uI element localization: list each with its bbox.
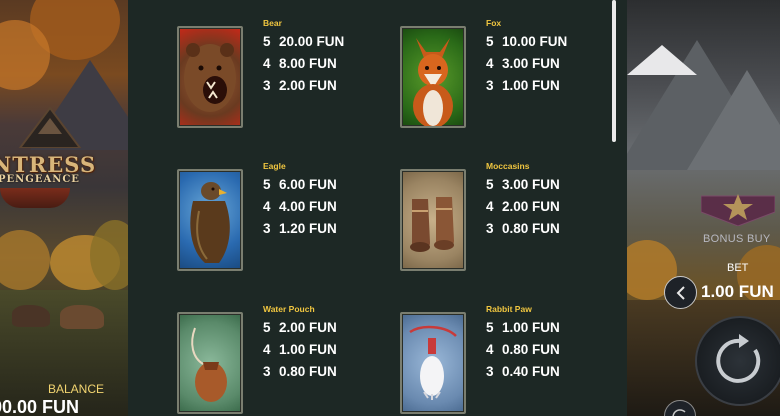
pay-count: 3: [263, 78, 271, 93]
pay-value: 0.40 FUN: [502, 364, 560, 379]
pay-count: 5: [486, 177, 494, 192]
deer-silhouette: [12, 305, 50, 327]
logo-ribbon: [0, 188, 70, 208]
paytable-symbol-eagle: Eagle 5 6.00 FUN 4 4.00 FUN 3 1.20 FUN: [177, 161, 407, 291]
bet-label: BET: [727, 262, 749, 274]
pay-value: 20.00 FUN: [279, 34, 345, 49]
autoplay-icon: [672, 409, 688, 416]
pay-count: 3: [486, 364, 494, 379]
logo-subtitle: PENGEANCE: [0, 174, 80, 185]
pay-count: 5: [263, 177, 271, 192]
paytable-scrollbar[interactable]: [612, 0, 616, 142]
symbol-name: Eagle: [263, 161, 286, 171]
pay-count: 5: [263, 34, 271, 49]
pay-value: 2.00 FUN: [502, 199, 560, 214]
bonus-buy-label: BONUS BUY: [703, 233, 771, 245]
paytable-panel[interactable]: Bear 5 20.00 FUN 4 8.00 FUN 3 2.00 FUN Fox …: [128, 0, 627, 416]
water-pouch-icon: [177, 312, 243, 414]
bet-decrease-button[interactable]: [664, 276, 697, 309]
snow-peak: [627, 45, 697, 75]
pay-value: 10.00 FUN: [502, 34, 568, 49]
pay-count: 3: [486, 221, 494, 236]
pay-value: 0.80 FUN: [502, 221, 560, 236]
pay-count: 3: [486, 78, 494, 93]
symbol-name: Bear: [263, 18, 282, 28]
pay-count: 3: [263, 221, 271, 236]
paytable-symbol-moccasins: Moccasins 5 3.00 FUN 4 2.00 FUN 3 0.80 FUN: [400, 161, 627, 291]
game-logo: NTRESS PENGEANCE: [0, 106, 100, 220]
pay-value: 1.00 FUN: [502, 78, 560, 93]
pay-value: 0.80 FUN: [502, 342, 560, 357]
pay-value: 0.80 FUN: [279, 364, 337, 379]
balance-value: 00.00 FUN: [0, 397, 80, 416]
bet-value: 1.00 FUN: [701, 282, 774, 301]
pay-value: 1.00 FUN: [502, 320, 560, 335]
mountain: [687, 70, 780, 170]
spin-button[interactable]: [695, 316, 780, 406]
deer-silhouette: [60, 305, 104, 329]
pay-value: 3.00 FUN: [502, 56, 560, 71]
symbol-name: Fox: [486, 18, 502, 28]
symbol-name: Water Pouch: [263, 304, 315, 314]
pay-value: 8.00 FUN: [279, 56, 337, 71]
chevron-left-icon: [676, 285, 685, 300]
rabbit-paw-icon: [400, 312, 466, 414]
balance-label: BALANCE: [48, 382, 105, 396]
pay-count: 4: [486, 56, 494, 71]
moccasins-icon: [400, 169, 466, 271]
pay-value: 1.00 FUN: [279, 342, 337, 357]
bonus-badge-icon: [700, 194, 776, 227]
autumn-tree: [0, 230, 50, 290]
spin-icon: [716, 334, 761, 383]
pay-value: 2.00 FUN: [279, 78, 337, 93]
paytable-symbol-rabbit-paw: Rabbit Paw 5 1.00 FUN 4 0.80 FUN 3 0.40 FUN: [400, 304, 627, 416]
pay-value: 1.20 FUN: [279, 221, 337, 236]
pay-value: 3.00 FUN: [502, 177, 560, 192]
paytable-symbol-fox: Fox 5 10.00 FUN 4 3.00 FUN 3 1.00 FUN: [400, 18, 627, 148]
pay-value: 6.00 FUN: [279, 177, 337, 192]
bear-icon: [177, 26, 243, 128]
pay-count: 4: [263, 342, 271, 357]
pay-value: 2.00 FUN: [279, 320, 337, 335]
symbol-name: Rabbit Paw: [486, 304, 532, 314]
pay-count: 5: [486, 34, 494, 49]
paytable-symbol-bear: Bear 5 20.00 FUN 4 8.00 FUN 3 2.00 FUN: [177, 18, 407, 148]
bonus-buy-button[interactable]: [700, 190, 776, 227]
eagle-icon: [177, 169, 243, 271]
pay-count: 4: [486, 342, 494, 357]
paytable-symbol-water-pouch: Water Pouch 5 2.00 FUN 4 1.00 FUN 3 0.80 FU…: [177, 304, 407, 416]
logo-crest-icon: [18, 106, 82, 148]
pay-value: 4.00 FUN: [279, 199, 337, 214]
pay-count: 5: [263, 320, 271, 335]
pay-count: 4: [263, 56, 271, 71]
pay-count: 4: [263, 199, 271, 214]
fox-icon: [400, 26, 466, 128]
symbol-name: Moccasins: [486, 161, 530, 171]
pay-count: 4: [486, 199, 494, 214]
pay-count: 5: [486, 320, 494, 335]
pay-count: 3: [263, 364, 271, 379]
